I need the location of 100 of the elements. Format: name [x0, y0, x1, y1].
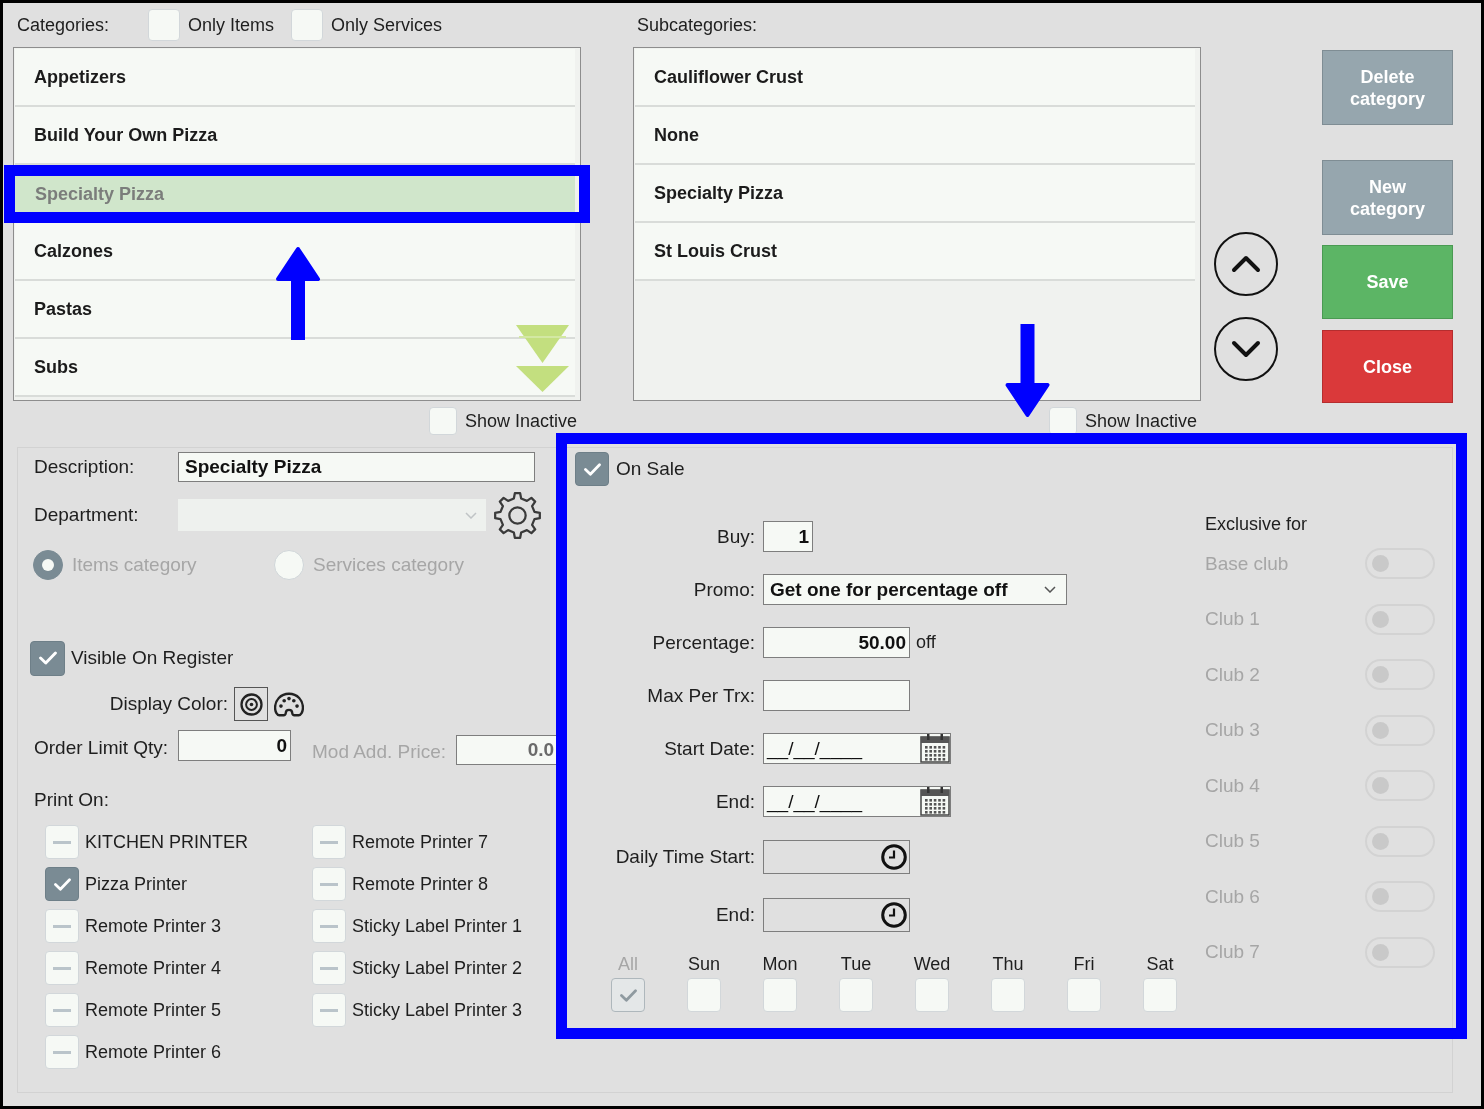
radio-label: Items category [72, 554, 197, 576]
checkbox-label: Show Inactive [1084, 412, 1197, 430]
check-icon [619, 988, 637, 1002]
dash-icon [53, 840, 71, 844]
checkbox-label: Pizza Printer [85, 873, 188, 895]
club-label: Club 2 [1205, 663, 1260, 686]
list-item[interactable]: Build Your Own Pizza [15, 107, 575, 165]
date-field[interactable]: __/__/____ [763, 786, 951, 817]
caret-icon [465, 511, 477, 519]
color-button[interactable] [234, 687, 268, 721]
field-label: Start Date: [663, 737, 755, 760]
caret-icon [1044, 586, 1056, 593]
check-icon [53, 877, 71, 891]
check-icon [38, 651, 57, 665]
close-button[interactable]: Close [1322, 330, 1453, 403]
dash-icon [320, 840, 338, 844]
calendar-icon[interactable] [920, 734, 950, 763]
list-item[interactable]: Calzones [15, 223, 575, 281]
list-item[interactable]: Pastas [15, 281, 575, 339]
day-label: Thu [992, 954, 1024, 974]
club-label: Club 6 [1205, 885, 1260, 908]
number-field[interactable] [763, 680, 910, 711]
day-label: All [618, 954, 638, 974]
field-label: End: [714, 790, 755, 813]
checkbox-label: Remote Printer 3 [85, 915, 222, 937]
time-field[interactable] [763, 898, 910, 932]
field-label: Daily Time Start: [614, 846, 755, 868]
club-label: Club 1 [1205, 608, 1260, 631]
field-label: Promo: [692, 578, 755, 601]
list-item[interactable]: Cauliflower Crust [635, 49, 1195, 107]
suffix-label: off [916, 632, 936, 653]
checkbox-label: Remote Printer 5 [85, 999, 222, 1021]
day-label: Sat [1146, 954, 1174, 974]
section-label: Categories: [17, 14, 111, 36]
field-label: Percentage: [651, 631, 755, 654]
time-field[interactable] [763, 840, 910, 874]
checkbox-label: On Sale [616, 458, 685, 480]
clock-icon[interactable] [881, 902, 907, 928]
field-label: Mod Add. Price: [312, 740, 447, 763]
checkbox-label: Only Items [188, 14, 275, 36]
checkbox-label: Remote Printer 6 [85, 1041, 222, 1063]
checkbox-label: Remote Printer 8 [352, 873, 489, 895]
dash-icon [53, 966, 71, 970]
list-item[interactable]: Specialty Pizza [635, 165, 1195, 223]
club-label: Club 4 [1205, 774, 1260, 797]
dash-icon [53, 1008, 71, 1012]
scroll-down-icon[interactable] [516, 325, 569, 392]
club-label: Base club [1205, 552, 1289, 575]
text-field[interactable]: Specialty Pizza [178, 452, 535, 482]
dash-icon [53, 924, 71, 928]
checkbox[interactable] [575, 452, 609, 486]
day-label: Tue [840, 954, 872, 974]
list-item[interactable]: None [635, 107, 1195, 165]
dropdown[interactable]: Get one for percentage off [763, 574, 1067, 605]
chevron-up-icon [1231, 255, 1261, 273]
dash-icon [53, 1050, 71, 1054]
field-label: Display Color: [108, 693, 228, 715]
calendar-icon[interactable] [920, 787, 950, 816]
field-label: Buy: [715, 525, 755, 548]
checkbox-label: Visible On Register [71, 647, 234, 669]
dash-icon [320, 966, 338, 970]
checkbox-label: Show Inactive [464, 412, 577, 430]
dash-icon [320, 924, 338, 928]
checkbox[interactable] [45, 867, 79, 901]
radio-label: Services category [313, 554, 464, 576]
field-label: Order Limit Qty: [34, 736, 170, 759]
club-label: Club 7 [1205, 941, 1260, 964]
concentric-circles-icon [239, 692, 263, 716]
dash-icon [320, 1008, 338, 1012]
checkbox-label: Sticky Label Printer 2 [352, 957, 523, 979]
checkbox-label: Remote Printer 4 [85, 957, 222, 979]
clock-icon[interactable] [881, 844, 907, 870]
checkbox-label: KITCHEN PRINTER [85, 831, 248, 853]
number-field[interactable]: 50.00 [763, 627, 910, 658]
number-field[interactable]: 1 [763, 521, 813, 552]
club-label: Club 5 [1205, 830, 1260, 853]
settings-icon[interactable] [494, 491, 541, 539]
chevron-down-icon [1231, 340, 1261, 358]
field-label: Description: [34, 456, 136, 478]
field-label: End: [714, 904, 755, 926]
dash-icon [320, 882, 338, 886]
move-down-button[interactable] [1214, 317, 1278, 381]
field-label: Max Per Trx: [646, 684, 755, 707]
section-label: Exclusive for [1205, 513, 1308, 535]
list-item[interactable]: St Louis Crust [635, 223, 1195, 281]
field-label: Department: [34, 504, 140, 526]
club-label: Club 3 [1205, 719, 1260, 742]
section-label: Subcategories: [637, 14, 759, 36]
move-up-button[interactable] [1214, 232, 1278, 296]
checkbox[interactable] [30, 640, 65, 676]
checkbox-label: Remote Printer 7 [352, 831, 489, 853]
checkbox-label: Sticky Label Printer 1 [352, 915, 523, 937]
palette-icon[interactable] [274, 690, 304, 718]
date-field[interactable]: __/__/____ [763, 733, 951, 764]
check-icon [583, 462, 601, 476]
number-field[interactable]: 0 [178, 730, 291, 761]
section-label: Print On: [34, 789, 109, 811]
checkbox-label: Sticky Label Printer 3 [352, 999, 523, 1021]
list-item[interactable]: Subs [15, 339, 575, 397]
list-item[interactable]: Appetizers [15, 49, 575, 107]
